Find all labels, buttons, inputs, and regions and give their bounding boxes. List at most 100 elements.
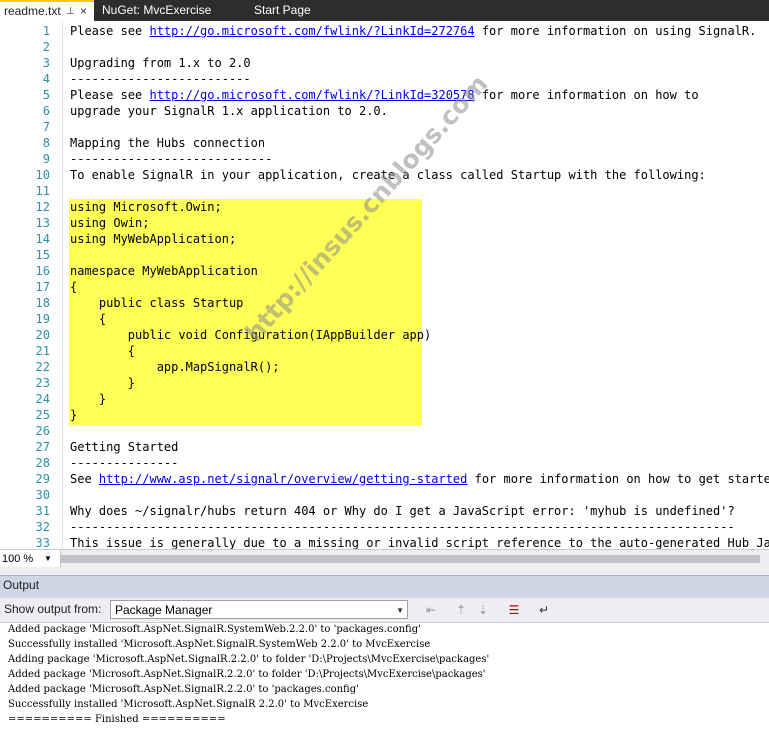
code-text: for more information on using SignalR. <box>474 24 757 38</box>
code-text: ---------------------------- <box>70 152 273 166</box>
line-number: 20 <box>35 328 50 342</box>
code-text: See <box>70 472 99 486</box>
hyperlink[interactable]: http://go.microsoft.com/fwlink/?LinkId=3… <box>149 88 474 102</box>
line-number: 16 <box>35 264 50 278</box>
line-number: 15 <box>35 248 50 262</box>
code-text: upgrade your SignalR 1.x application to … <box>70 104 388 118</box>
code-text: Why does ~/signalr/hubs return 404 or Wh… <box>70 504 735 518</box>
code-text: To enable SignalR in your application, c… <box>70 168 706 182</box>
chevron-down-icon: ▼ <box>396 606 404 615</box>
code-line: { <box>70 311 106 327</box>
output-line: ========== Finished ========== <box>8 714 226 725</box>
code-text: public class Startup <box>70 296 244 310</box>
close-icon[interactable]: × <box>80 2 87 21</box>
code-line: ------------------------- <box>70 71 251 87</box>
code-line: Please see http://go.microsoft.com/fwlin… <box>70 23 756 39</box>
line-number: 3 <box>42 56 50 70</box>
line-number: 24 <box>35 392 50 406</box>
code-line: ---------------------------- <box>70 151 272 167</box>
code-text: ----------------------------------------… <box>70 520 735 534</box>
tab-readme[interactable]: readme.txt ⊥ × <box>0 0 94 21</box>
output-source-select[interactable]: Package Manager ▼ <box>110 600 408 619</box>
previous-message-icon[interactable]: ⇡ <box>452 601 470 619</box>
line-number: 31 <box>35 504 50 518</box>
pin-icon[interactable]: ⊥ <box>66 2 75 21</box>
code-line: public void Configuration(IAppBuilder ap… <box>70 327 431 343</box>
code-line: Please see http://go.microsoft.com/fwlin… <box>70 87 699 103</box>
output-text[interactable]: Added package 'Microsoft.AspNet.SignalR.… <box>0 622 769 731</box>
code-text: ------------------------- <box>70 72 251 86</box>
hyperlink[interactable]: http://www.asp.net/signalr/overview/gett… <box>99 472 467 486</box>
code-text: This issue is generally due to a missing… <box>70 536 769 549</box>
horizontal-scrollbar[interactable] <box>60 555 760 563</box>
output-line: Successfully installed 'Microsoft.AspNet… <box>8 639 431 650</box>
show-output-label: Show output from: <box>4 602 102 616</box>
code-line: Why does ~/signalr/hubs return 404 or Wh… <box>70 503 735 519</box>
code-text: public void Configuration(IAppBuilder ap… <box>70 328 432 342</box>
line-number: 32 <box>35 520 50 534</box>
find-message-icon[interactable]: ⇤ <box>422 601 440 619</box>
text-editor[interactable]: 1 2 3 4 5 6 7 8 9 10 11 12 13 14 15 16 17 18 19 20 21 22 23 24 2… <box>0 21 769 549</box>
tab-nuget[interactable]: NuGet: MvcExercise <box>98 0 238 21</box>
code-text: namespace MyWebApplication <box>70 264 258 278</box>
tab-label: NuGet: MvcExercise <box>102 3 212 17</box>
code-text: using Microsoft.Owin; <box>70 200 222 214</box>
margin-divider <box>62 21 63 549</box>
line-number: 17 <box>35 280 50 294</box>
line-number: 12 <box>35 200 50 214</box>
code-text: Mapping the Hubs connection <box>70 136 266 150</box>
code-line: { <box>70 279 77 295</box>
code-line: This issue is generally due to a missing… <box>70 535 769 549</box>
line-number: 7 <box>42 120 50 134</box>
code-line: } <box>70 391 106 407</box>
code-line: } <box>70 407 77 423</box>
tab-start-page[interactable]: Start Page <box>250 0 360 21</box>
code-text: } <box>70 376 136 390</box>
code-text: for more information on how to <box>474 88 699 102</box>
line-number: 23 <box>35 376 50 390</box>
line-number: 5 <box>42 88 50 102</box>
tab-label: readme.txt <box>4 4 61 18</box>
code-line: Getting Started <box>70 439 178 455</box>
zoom-value: 100 % <box>2 553 34 565</box>
code-text: Please see <box>70 88 150 102</box>
code-line: upgrade your SignalR 1.x application to … <box>70 103 388 119</box>
chevron-down-icon: ▼ <box>44 554 52 563</box>
line-number: 8 <box>42 136 50 150</box>
line-number: 13 <box>35 216 50 230</box>
line-number: 6 <box>42 104 50 118</box>
code-line: { <box>70 343 135 359</box>
line-number: 26 <box>35 424 50 438</box>
tab-label: Start Page <box>254 3 311 17</box>
code-text: --------------- <box>70 456 179 470</box>
code-line: ----------------------------------------… <box>70 519 735 535</box>
clear-all-icon[interactable]: ☰ <box>505 601 523 619</box>
line-number: 18 <box>35 296 50 310</box>
line-number-gutter: 1 2 3 4 5 6 7 8 9 10 11 12 13 14 15 16 17 18 19 20 21 22 23 24 2… <box>0 21 56 549</box>
line-number: 1 <box>42 24 50 38</box>
code-line: } <box>70 375 135 391</box>
word-wrap-icon[interactable]: ↵ <box>535 601 553 619</box>
code-line: using Owin; <box>70 215 149 231</box>
output-title: Output <box>3 578 40 592</box>
code-line: using Microsoft.Owin; <box>70 199 222 215</box>
line-number: 9 <box>42 152 50 166</box>
line-number: 11 <box>35 184 50 198</box>
output-toolbar: Show output from: Package Manager ▼ ⇤ ⇡ … <box>0 598 769 622</box>
next-message-icon[interactable]: ⇣ <box>474 601 492 619</box>
line-number: 2 <box>42 40 50 54</box>
code-line: To enable SignalR in your application, c… <box>70 167 706 183</box>
code-text: Please see <box>70 24 150 38</box>
hyperlink[interactable]: http://go.microsoft.com/fwlink/?LinkId=2… <box>149 24 474 38</box>
zoom-dropdown[interactable]: 100 % ▼ <box>0 550 61 568</box>
line-number: 14 <box>35 232 50 246</box>
line-number: 21 <box>35 344 50 358</box>
output-source-value: Package Manager <box>115 603 213 617</box>
document-tab-bar: readme.txt ⊥ × NuGet: MvcExercise Start … <box>0 0 769 21</box>
code-text: } <box>70 408 78 422</box>
line-number: 19 <box>35 312 50 326</box>
code-line: Mapping the Hubs connection <box>70 135 265 151</box>
code-line: See http://www.asp.net/signalr/overview/… <box>70 471 769 487</box>
code-text: using Owin; <box>70 216 150 230</box>
line-number: 25 <box>35 408 50 422</box>
